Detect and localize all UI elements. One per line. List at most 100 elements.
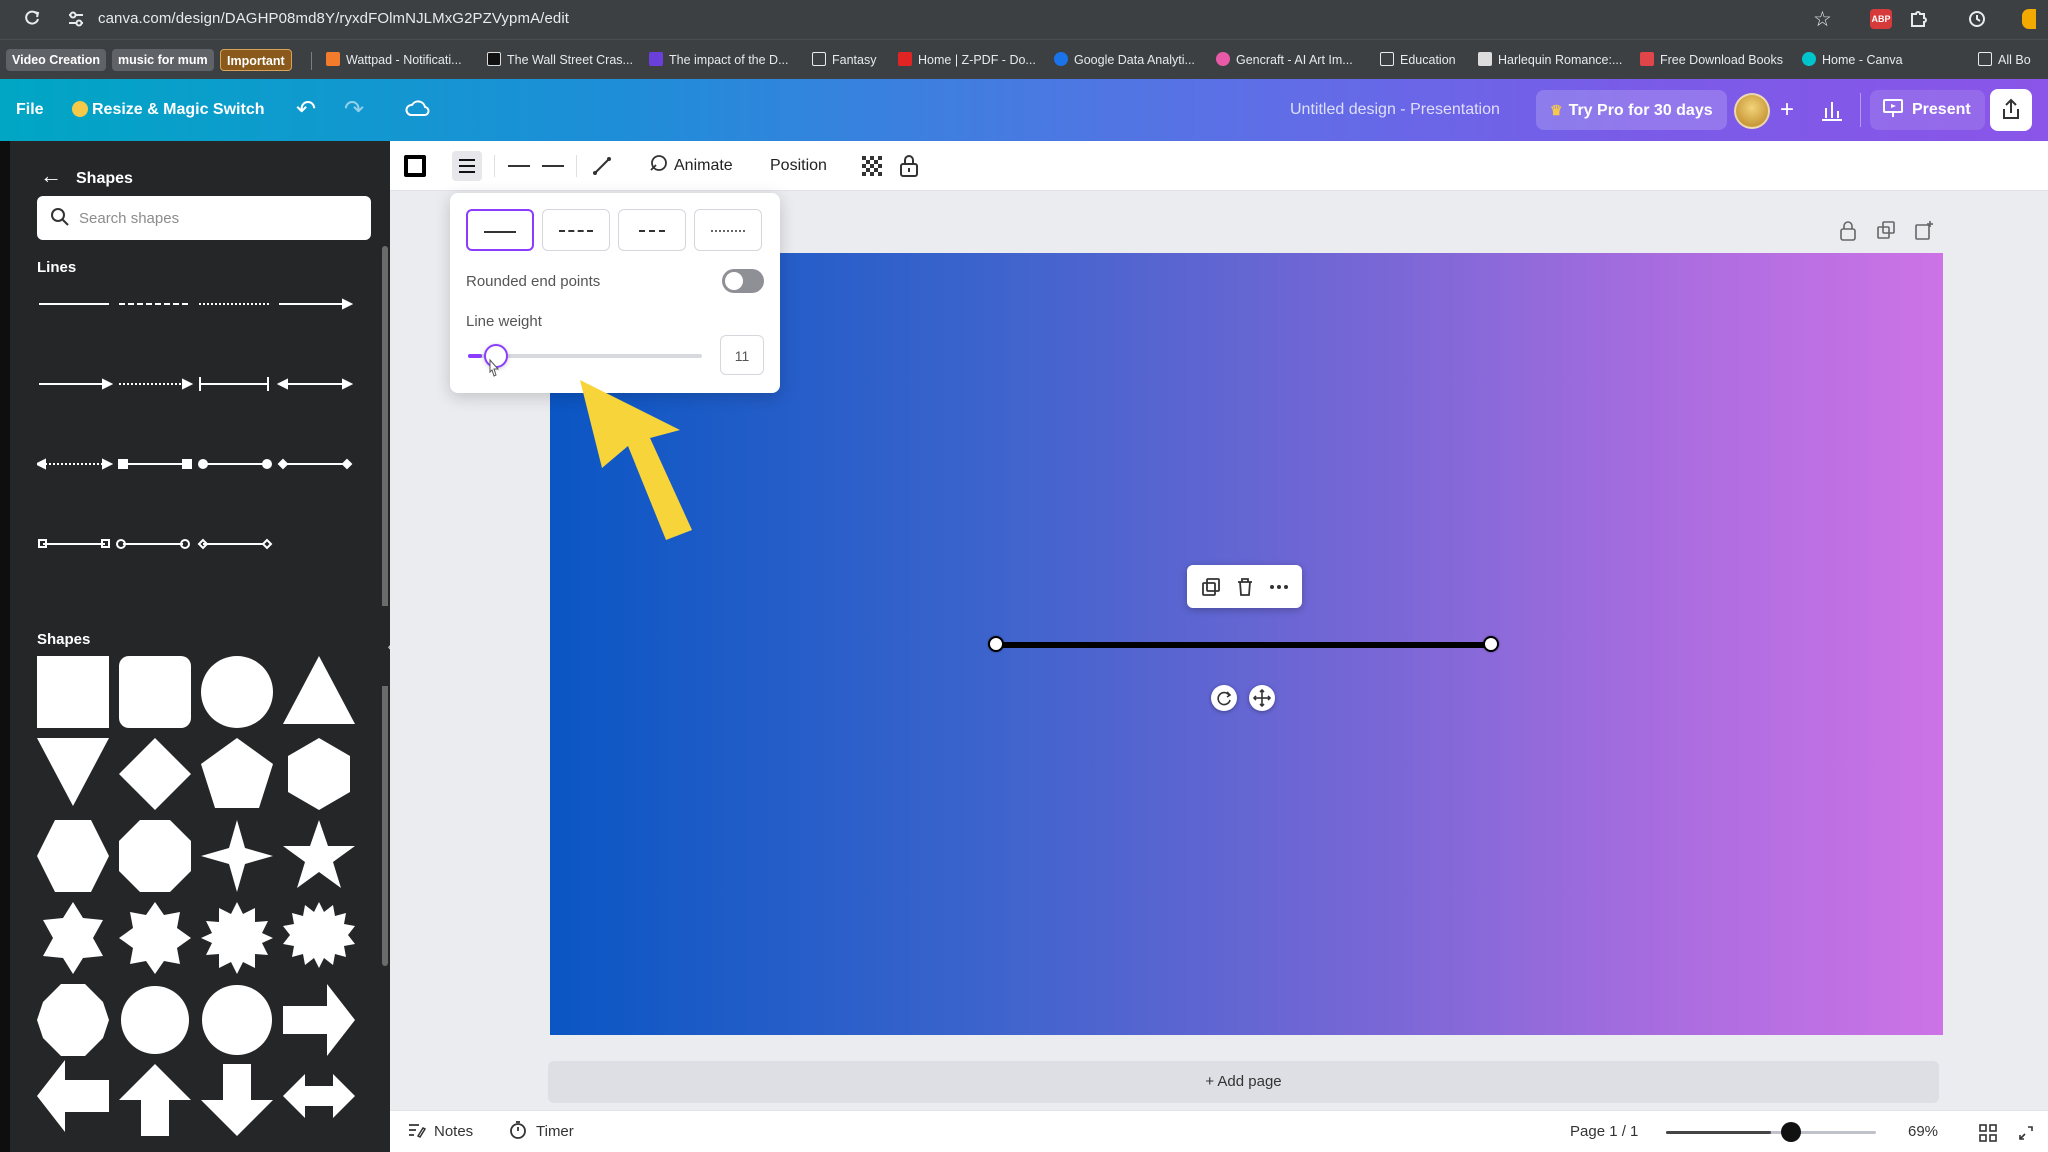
- timer-button[interactable]: Timer: [508, 1111, 574, 1152]
- position-button[interactable]: Position: [770, 141, 827, 191]
- back-arrow-icon[interactable]: ←: [40, 163, 62, 188]
- bookmark-link[interactable]: Free Download Books: [1640, 49, 1783, 71]
- line-start-handle[interactable]: [988, 636, 1004, 652]
- line-dotted-arrow-option[interactable]: [119, 378, 194, 390]
- bookmark-link[interactable]: Google Data Analyti...: [1054, 49, 1195, 71]
- bookmark-link[interactable]: Home - Canva: [1802, 49, 1903, 71]
- more-options-icon[interactable]: [1267, 575, 1291, 599]
- extensions-puzzle-icon[interactable]: [1908, 9, 1930, 29]
- lock-page-icon[interactable]: [1838, 219, 1858, 243]
- present-button[interactable]: Present: [1870, 90, 1985, 130]
- rounded-square-shape[interactable]: [119, 656, 191, 728]
- heptagon-shape[interactable]: [37, 984, 109, 1056]
- delete-icon[interactable]: [1233, 575, 1257, 599]
- try-pro-button[interactable]: ♛ Try Pro for 30 days: [1536, 90, 1727, 130]
- selected-line[interactable]: [996, 642, 1491, 648]
- circle-shape[interactable]: [201, 656, 273, 728]
- square-shape[interactable]: [37, 656, 109, 728]
- grid-view-icon[interactable]: [1978, 1123, 1998, 1143]
- up-arrow-shape[interactable]: [119, 1064, 191, 1136]
- history-icon[interactable]: [1966, 9, 1988, 29]
- file-menu-button[interactable]: File: [16, 79, 44, 141]
- site-info-icon[interactable]: [66, 9, 86, 29]
- dotted-style-option[interactable]: [694, 209, 762, 251]
- line-arrow-option[interactable]: [279, 298, 354, 310]
- line-hollow-square-option[interactable]: [38, 539, 110, 548]
- line-square-end-option[interactable]: [118, 459, 192, 469]
- transparency-icon[interactable]: [862, 156, 882, 176]
- duplicate-page-icon[interactable]: [1876, 219, 1896, 243]
- line-hollow-diamond-option[interactable]: [197, 538, 273, 550]
- long-dash-style-option[interactable]: [542, 209, 610, 251]
- line-bar-end-option[interactable]: [199, 377, 269, 391]
- zoom-level[interactable]: 69%: [1908, 1111, 1938, 1152]
- duplicate-icon[interactable]: [1199, 575, 1223, 599]
- line-double-arrow-option[interactable]: [276, 378, 354, 390]
- cloud-save-icon[interactable]: [404, 79, 430, 141]
- line-start-button[interactable]: [508, 165, 530, 167]
- horizontal-hexagon-shape[interactable]: [37, 820, 109, 892]
- zoom-thumb[interactable]: [1781, 1122, 1801, 1142]
- hexagon-shape[interactable]: [288, 738, 350, 810]
- diamond-shape[interactable]: [119, 738, 191, 810]
- line-style-button[interactable]: [452, 151, 482, 181]
- url-text[interactable]: canva.com/design/DAGHP08md8Y/ryxdFOlmNJL…: [98, 10, 569, 27]
- redo-icon[interactable]: ↷: [344, 79, 364, 141]
- short-dash-style-option[interactable]: [618, 209, 686, 251]
- line-arrow-option[interactable]: [39, 378, 114, 390]
- undo-icon[interactable]: ↶: [296, 79, 316, 141]
- bookmark-link[interactable]: Wattpad - Notificati...: [326, 49, 462, 71]
- line-end-button[interactable]: [542, 165, 564, 167]
- add-collaborator-icon[interactable]: +: [1780, 79, 1794, 141]
- down-triangle-shape[interactable]: [37, 738, 109, 806]
- rotate-icon[interactable]: [1211, 685, 1237, 711]
- line-dotted-double-option[interactable]: [37, 458, 114, 470]
- rounded-endpoints-toggle[interactable]: [722, 269, 764, 293]
- right-arrow-shape[interactable]: [283, 984, 355, 1056]
- line-hollow-circle-option[interactable]: [116, 539, 190, 549]
- bookmark-chip[interactable]: music for mum: [112, 49, 214, 71]
- solid-style-option[interactable]: [466, 209, 534, 251]
- starburst-shape[interactable]: [283, 902, 355, 968]
- reload-icon[interactable]: [22, 8, 42, 33]
- line-color-button[interactable]: [404, 155, 426, 177]
- line-end-handle[interactable]: [1483, 636, 1499, 652]
- insights-chart-icon[interactable]: [1818, 96, 1846, 124]
- line-weight-input[interactable]: 11: [720, 335, 764, 375]
- scalloped-circle-shape[interactable]: [121, 986, 189, 1054]
- bookmark-link[interactable]: The Wall Street Cras...: [487, 49, 633, 71]
- double-arrow-shape[interactable]: [283, 1074, 355, 1118]
- bookmark-link[interactable]: Harlequin Romance:...: [1478, 49, 1622, 71]
- notes-button[interactable]: Notes: [406, 1111, 473, 1152]
- bookmark-star-icon[interactable]: ☆: [1813, 7, 1832, 32]
- avatar[interactable]: [1734, 93, 1770, 129]
- down-arrow-shape[interactable]: [201, 1064, 273, 1136]
- bookmark-folder[interactable]: All Bo: [1978, 49, 2031, 71]
- bookmark-folder[interactable]: Education: [1380, 49, 1456, 71]
- seal-shape[interactable]: [202, 985, 272, 1055]
- line-circle-end-option[interactable]: [198, 459, 272, 469]
- zoom-slider[interactable]: [1666, 1131, 1876, 1134]
- bookmark-chip[interactable]: Video Creation: [6, 49, 106, 71]
- resize-magic-switch-button[interactable]: Resize & Magic Switch: [72, 79, 265, 141]
- bookmark-link[interactable]: Gencraft - AI Art Im...: [1216, 49, 1353, 71]
- profile-partial-icon[interactable]: [2022, 9, 2036, 29]
- octagon-shape[interactable]: [119, 820, 191, 892]
- lock-icon[interactable]: [898, 154, 920, 178]
- adblock-extension-icon[interactable]: ABP: [1870, 9, 1892, 29]
- bookmark-link[interactable]: The impact of the D...: [649, 49, 789, 71]
- animate-button[interactable]: Animate: [648, 141, 733, 191]
- twelve-point-star-shape[interactable]: [201, 902, 273, 974]
- search-input[interactable]: [79, 196, 359, 240]
- left-arrow-shape[interactable]: [37, 1060, 109, 1132]
- search-shapes-field[interactable]: [37, 196, 371, 240]
- bookmark-link[interactable]: Home | Z-PDF - Do...: [898, 49, 1036, 71]
- share-button[interactable]: [1990, 89, 2032, 131]
- move-icon[interactable]: [1249, 685, 1275, 711]
- line-diamond-end-option[interactable]: [277, 458, 353, 470]
- design-title[interactable]: Untitled design - Presentation: [1290, 79, 1500, 141]
- six-point-star-shape[interactable]: [43, 902, 103, 974]
- eight-point-star-shape[interactable]: [119, 902, 191, 974]
- four-point-star-shape[interactable]: [201, 820, 273, 892]
- bookmark-folder[interactable]: Fantasy: [812, 49, 876, 71]
